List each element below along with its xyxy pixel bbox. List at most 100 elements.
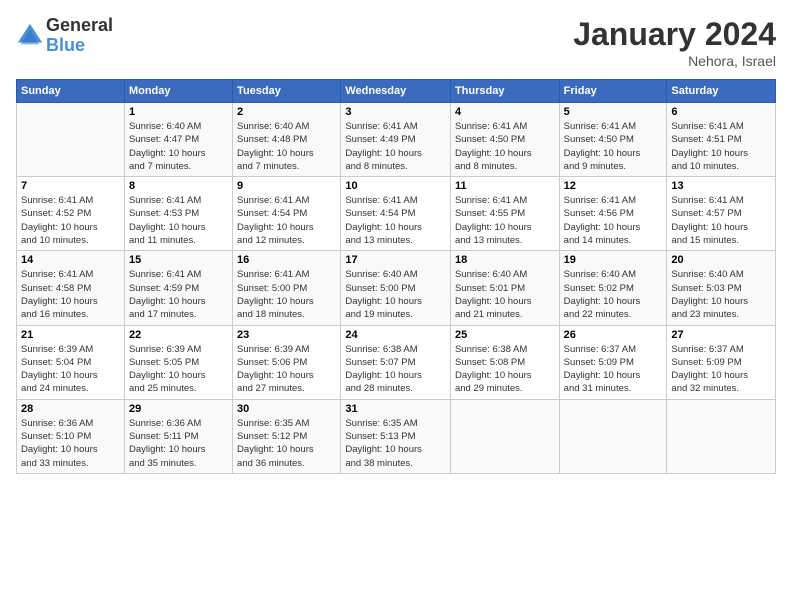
header-saturday: Saturday — [667, 80, 776, 103]
day-number: 17 — [345, 254, 446, 266]
logo-blue-text: Blue — [46, 36, 113, 56]
day-number: 21 — [21, 329, 120, 341]
day-info: Sunrise: 6:38 AM Sunset: 5:07 PM Dayligh… — [345, 343, 446, 396]
day-number: 27 — [671, 329, 771, 341]
day-number: 4 — [455, 106, 555, 118]
header-monday: Monday — [124, 80, 232, 103]
day-info: Sunrise: 6:37 AM Sunset: 5:09 PM Dayligh… — [564, 343, 663, 396]
logo-text: General Blue — [46, 16, 113, 56]
calendar-header: Sunday Monday Tuesday Wednesday Thursday… — [17, 80, 776, 103]
page: General Blue January 2024 Nehora, Israel… — [0, 0, 792, 612]
day-number: 23 — [237, 329, 336, 341]
calendar-cell: 1 Sunrise: 6:40 AM Sunset: 4:47 PM Daylig… — [124, 103, 232, 177]
calendar-cell: 22Sunrise: 6:39 AM Sunset: 5:05 PM Dayli… — [124, 325, 232, 399]
header-sunday: Sunday — [17, 80, 125, 103]
day-number: 1 — [129, 106, 228, 118]
calendar-cell: 28Sunrise: 6:36 AM Sunset: 5:10 PM Dayli… — [17, 399, 125, 473]
calendar-cell: 27Sunrise: 6:37 AM Sunset: 5:09 PM Dayli… — [667, 325, 776, 399]
calendar-table: Sunday Monday Tuesday Wednesday Thursday… — [16, 79, 776, 474]
calendar-cell: 3Sunrise: 6:41 AM Sunset: 4:49 PM Daylig… — [341, 103, 451, 177]
day-info: Sunrise: 6:41 AM Sunset: 4:56 PM Dayligh… — [564, 194, 663, 247]
calendar-cell: 17Sunrise: 6:40 AM Sunset: 5:00 PM Dayli… — [341, 251, 451, 325]
header-thursday: Thursday — [450, 80, 559, 103]
day-info: Sunrise: 6:41 AM Sunset: 4:50 PM Dayligh… — [564, 120, 663, 173]
calendar-cell: 7 Sunrise: 6:41 AM Sunset: 4:52 PM Daylig… — [17, 177, 125, 251]
calendar-cell: 19 Sunrise: 6:40 AM Sunset: 5:02 PM Dayli… — [559, 251, 667, 325]
header-tuesday: Tuesday — [233, 80, 341, 103]
calendar-cell: 31 Sunrise: 6:35 AM Sunset: 5:13 PM Dayli… — [341, 399, 451, 473]
day-number: 13 — [671, 180, 771, 192]
day-number: 29 — [129, 403, 228, 415]
day-number: 9 — [237, 180, 336, 192]
week-row-2: 14 Sunrise: 6:41 AM Sunset: 4:58 PM Dayli… — [17, 251, 776, 325]
calendar-cell: 13 Sunrise: 6:41 AM Sunset: 4:57 PM Dayli… — [667, 177, 776, 251]
calendar-cell: 5 Sunrise: 6:41 AM Sunset: 4:50 PM Daylig… — [559, 103, 667, 177]
day-info: Sunrise: 6:41 AM Sunset: 4:55 PM Dayligh… — [455, 194, 555, 247]
calendar-cell: 21 Sunrise: 6:39 AM Sunset: 5:04 PM Dayli… — [17, 325, 125, 399]
calendar-cell: 8 Sunrise: 6:41 AM Sunset: 4:53 PM Daylig… — [124, 177, 232, 251]
day-info: Sunrise: 6:40 AM Sunset: 4:47 PM Dayligh… — [129, 120, 228, 173]
week-row-3: 21 Sunrise: 6:39 AM Sunset: 5:04 PM Dayli… — [17, 325, 776, 399]
day-number: 5 — [564, 106, 663, 118]
day-info: Sunrise: 6:41 AM Sunset: 4:58 PM Dayligh… — [21, 268, 120, 321]
day-number: 30 — [237, 403, 336, 415]
calendar-cell — [667, 399, 776, 473]
day-info: Sunrise: 6:40 AM Sunset: 4:48 PM Dayligh… — [237, 120, 336, 173]
day-info: Sunrise: 6:40 AM Sunset: 5:02 PM Dayligh… — [564, 268, 663, 321]
calendar-cell: 20 Sunrise: 6:40 AM Sunset: 5:03 PM Dayli… — [667, 251, 776, 325]
day-info: Sunrise: 6:41 AM Sunset: 4:52 PM Dayligh… — [21, 194, 120, 247]
day-number: 19 — [564, 254, 663, 266]
day-info: Sunrise: 6:35 AM Sunset: 5:13 PM Dayligh… — [345, 417, 446, 470]
calendar-cell: 24Sunrise: 6:38 AM Sunset: 5:07 PM Dayli… — [341, 325, 451, 399]
day-number: 7 — [21, 180, 120, 192]
week-row-4: 28Sunrise: 6:36 AM Sunset: 5:10 PM Dayli… — [17, 399, 776, 473]
day-number: 6 — [671, 106, 771, 118]
header: General Blue January 2024 Nehora, Israel — [16, 16, 776, 69]
calendar-cell: 9 Sunrise: 6:41 AM Sunset: 4:54 PM Daylig… — [233, 177, 341, 251]
logo-icon — [16, 22, 44, 50]
day-info: Sunrise: 6:41 AM Sunset: 4:53 PM Dayligh… — [129, 194, 228, 247]
day-info: Sunrise: 6:41 AM Sunset: 4:54 PM Dayligh… — [237, 194, 336, 247]
day-info: Sunrise: 6:41 AM Sunset: 4:59 PM Dayligh… — [129, 268, 228, 321]
day-number: 14 — [21, 254, 120, 266]
title-area: January 2024 Nehora, Israel — [573, 16, 776, 69]
calendar-cell: 6Sunrise: 6:41 AM Sunset: 4:51 PM Daylig… — [667, 103, 776, 177]
day-info: Sunrise: 6:39 AM Sunset: 5:06 PM Dayligh… — [237, 343, 336, 396]
day-number: 15 — [129, 254, 228, 266]
day-number: 11 — [455, 180, 555, 192]
day-info: Sunrise: 6:41 AM Sunset: 5:00 PM Dayligh… — [237, 268, 336, 321]
day-number: 12 — [564, 180, 663, 192]
calendar-cell — [17, 103, 125, 177]
day-number: 3 — [345, 106, 446, 118]
logo-general-text: General — [46, 16, 113, 36]
day-info: Sunrise: 6:40 AM Sunset: 5:03 PM Dayligh… — [671, 268, 771, 321]
header-row: Sunday Monday Tuesday Wednesday Thursday… — [17, 80, 776, 103]
header-friday: Friday — [559, 80, 667, 103]
calendar-cell: 18 Sunrise: 6:40 AM Sunset: 5:01 PM Dayli… — [450, 251, 559, 325]
day-number: 8 — [129, 180, 228, 192]
calendar-cell: 15 Sunrise: 6:41 AM Sunset: 4:59 PM Dayli… — [124, 251, 232, 325]
day-info: Sunrise: 6:38 AM Sunset: 5:08 PM Dayligh… — [455, 343, 555, 396]
day-number: 20 — [671, 254, 771, 266]
day-info: Sunrise: 6:36 AM Sunset: 5:11 PM Dayligh… — [129, 417, 228, 470]
day-number: 22 — [129, 329, 228, 341]
calendar-cell — [559, 399, 667, 473]
day-number: 18 — [455, 254, 555, 266]
calendar-cell: 10Sunrise: 6:41 AM Sunset: 4:54 PM Dayli… — [341, 177, 451, 251]
calendar-cell: 12 Sunrise: 6:41 AM Sunset: 4:56 PM Dayli… — [559, 177, 667, 251]
day-number: 25 — [455, 329, 555, 341]
day-info: Sunrise: 6:40 AM Sunset: 5:01 PM Dayligh… — [455, 268, 555, 321]
day-info: Sunrise: 6:41 AM Sunset: 4:54 PM Dayligh… — [345, 194, 446, 247]
day-number: 31 — [345, 403, 446, 415]
calendar-cell — [450, 399, 559, 473]
calendar-cell: 30Sunrise: 6:35 AM Sunset: 5:12 PM Dayli… — [233, 399, 341, 473]
day-number: 16 — [237, 254, 336, 266]
calendar-cell: 11 Sunrise: 6:41 AM Sunset: 4:55 PM Dayli… — [450, 177, 559, 251]
calendar-cell: 29 Sunrise: 6:36 AM Sunset: 5:11 PM Dayli… — [124, 399, 232, 473]
calendar-cell: 16 Sunrise: 6:41 AM Sunset: 5:00 PM Dayli… — [233, 251, 341, 325]
day-info: Sunrise: 6:39 AM Sunset: 5:04 PM Dayligh… — [21, 343, 120, 396]
header-wednesday: Wednesday — [341, 80, 451, 103]
calendar-cell: 23 Sunrise: 6:39 AM Sunset: 5:06 PM Dayli… — [233, 325, 341, 399]
location-subtitle: Nehora, Israel — [573, 53, 776, 69]
day-info: Sunrise: 6:41 AM Sunset: 4:57 PM Dayligh… — [671, 194, 771, 247]
